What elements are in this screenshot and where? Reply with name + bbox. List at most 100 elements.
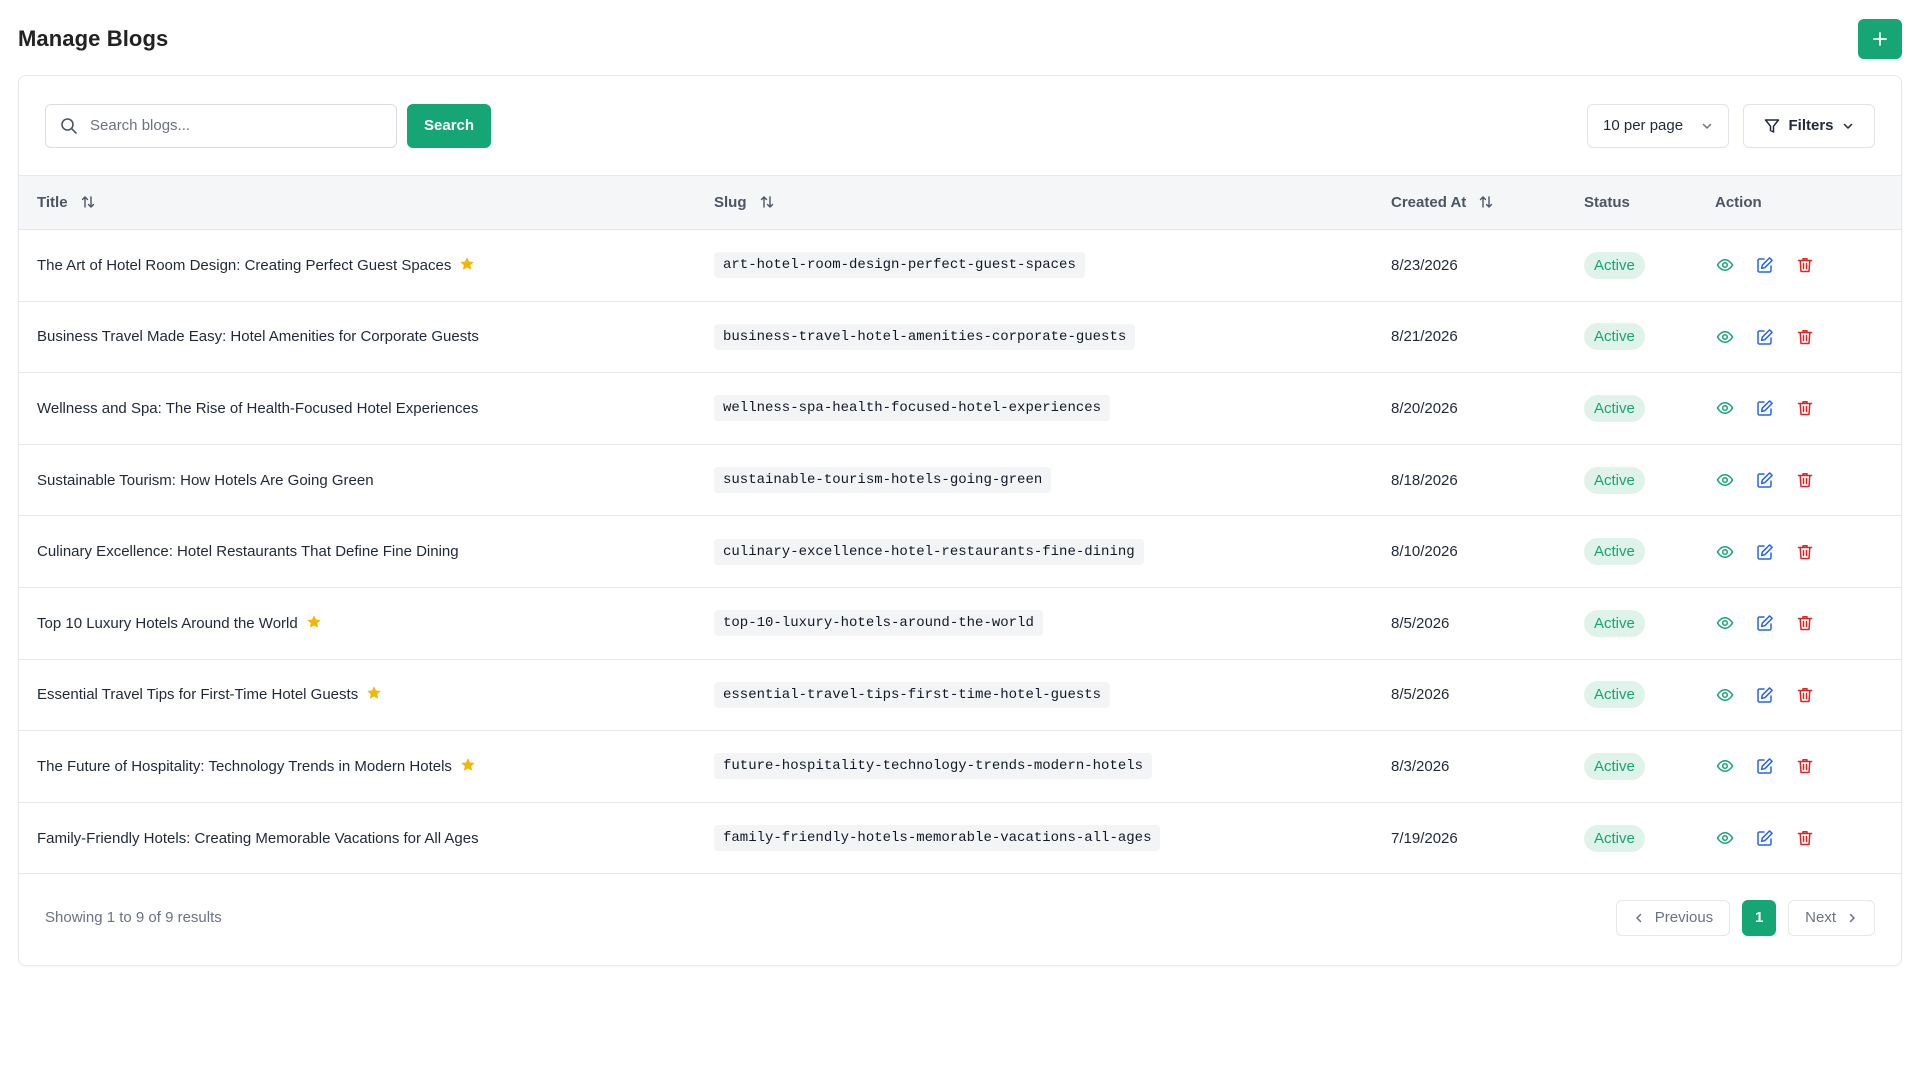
table-row: Business Travel Made Easy: Hotel Ameniti… [19,301,1901,373]
view-button[interactable] [1715,255,1735,275]
status-cell: Active [1566,301,1697,373]
search-box[interactable] [45,103,397,148]
edit-button[interactable] [1755,398,1775,418]
delete-button[interactable] [1795,542,1815,562]
page-header: Manage Blogs [18,18,1902,60]
chevron-down-icon [1702,123,1712,129]
star-icon [307,614,321,628]
per-page-select[interactable]: 10 per page [1587,103,1729,148]
blog-title-cell: Top 10 Luxury Hotels Around the World [19,587,696,659]
blog-title-cell: Essential Travel Tips for First-Time Hot… [19,659,696,731]
edit-icon [1757,615,1773,632]
delete-button[interactable] [1795,613,1815,633]
row-actions [1715,255,1901,275]
blog-title-cell: The Future of Hospitality: Technology Tr… [19,731,696,803]
created-at-cell: 8/20/2026 [1391,399,1458,417]
view-button[interactable] [1715,613,1735,633]
view-button[interactable] [1715,828,1735,848]
edit-button[interactable] [1755,470,1775,490]
sort-icon [1480,195,1493,208]
next-page-button[interactable]: Next [1788,899,1875,936]
edit-button[interactable] [1755,828,1775,848]
page-1-button[interactable]: 1 [1742,899,1777,936]
previous-page-button[interactable]: Previous [1615,899,1731,936]
trash-icon [1797,544,1813,559]
delete-button[interactable] [1795,756,1815,776]
blog-title[interactable]: Top 10 Luxury Hotels Around the World [37,615,298,632]
view-button[interactable] [1715,327,1735,347]
created-at-cell: 8/10/2026 [1391,543,1458,561]
created-at-cell: 8/21/2026 [1391,328,1458,346]
column-header-slug[interactable]: Slug [696,176,1373,230]
delete-button[interactable] [1795,255,1815,275]
eye-icon [1716,688,1734,701]
slug-cell: business-travel-hotel-amenities-corporat… [696,301,1373,373]
edit-button[interactable] [1755,756,1775,776]
row-actions [1715,470,1901,490]
trash-icon [1797,258,1813,273]
view-button[interactable] [1715,470,1735,490]
add-blog-button[interactable] [1858,19,1902,59]
delete-button[interactable] [1795,470,1815,490]
row-actions [1715,398,1901,418]
star-icon [461,758,475,771]
action-cell [1697,301,1901,373]
column-header-action: Action [1715,194,1762,211]
column-header-created-at[interactable]: Created At [1373,176,1566,230]
slug-cell: essential-travel-tips-first-time-hotel-g… [696,659,1373,731]
status-badge: Active [1584,752,1645,780]
search-group: Search [45,103,492,148]
status-badge: Active [1584,394,1645,422]
created-at-cell: 8/5/2026 [1391,614,1450,632]
edit-button[interactable] [1755,613,1775,633]
eye-icon [1716,832,1734,844]
filters-button[interactable]: Filters [1743,103,1875,148]
filters-label: Filters [1788,117,1834,134]
blog-title[interactable]: Essential Travel Tips for First-Time Hot… [37,686,358,703]
blog-title[interactable]: Wellness and Spa: The Rise of Health-Foc… [37,400,478,417]
slug-cell: top-10-luxury-hotels-around-the-world [696,587,1373,659]
blog-title[interactable]: Business Travel Made Easy: Hotel Ameniti… [37,328,479,345]
blog-title-cell: Sustainable Tourism: How Hotels Are Goin… [19,444,696,516]
results-summary: Showing 1 to 9 of 9 results [45,909,222,926]
toolbar: Search 10 per page Filters [19,76,1901,175]
status-cell: Active [1566,516,1697,588]
blog-title[interactable]: The Art of Hotel Room Design: Creating P… [37,257,451,274]
table-row: Top 10 Luxury Hotels Around the World top… [19,587,1901,660]
edit-button[interactable] [1755,542,1775,562]
action-cell [1697,373,1901,445]
trash-icon [1797,687,1813,703]
eye-icon [1716,545,1734,558]
edit-button[interactable] [1755,255,1775,275]
trash-icon [1797,401,1813,416]
edit-button[interactable] [1755,685,1775,705]
edit-button[interactable] [1755,327,1775,347]
trash-icon [1797,616,1813,631]
row-actions [1715,685,1901,705]
blogs-table: Title Slug Created At Status Action The [19,175,1901,874]
delete-button[interactable] [1795,327,1815,347]
delete-button[interactable] [1795,828,1815,848]
blog-title[interactable]: Culinary Excellence: Hotel Restaurants T… [37,543,459,560]
table-row: The Future of Hospitality: Technology Tr… [19,731,1901,803]
search-button[interactable]: Search [407,103,492,148]
view-button[interactable] [1715,398,1735,418]
trash-icon [1797,759,1813,774]
view-button[interactable] [1715,542,1735,562]
action-cell [1697,516,1901,588]
view-button[interactable] [1715,685,1735,705]
blog-title[interactable]: Family-Friendly Hotels: Creating Memorab… [37,830,479,847]
status-cell: Active [1566,802,1697,874]
star-icon [460,257,475,270]
view-button[interactable] [1715,756,1735,776]
table-row: Wellness and Spa: The Rise of Health-Foc… [19,373,1901,445]
action-cell [1697,230,1901,302]
created-at-cell: 8/5/2026 [1391,686,1450,704]
blog-title[interactable]: The Future of Hospitality: Technology Tr… [37,758,452,775]
search-input[interactable] [90,117,396,134]
blog-title[interactable]: Sustainable Tourism: How Hotels Are Goin… [37,472,374,489]
blog-title-cell: Family-Friendly Hotels: Creating Memorab… [19,802,696,874]
delete-button[interactable] [1795,685,1815,705]
delete-button[interactable] [1795,398,1815,418]
column-header-title[interactable]: Title [19,176,696,230]
